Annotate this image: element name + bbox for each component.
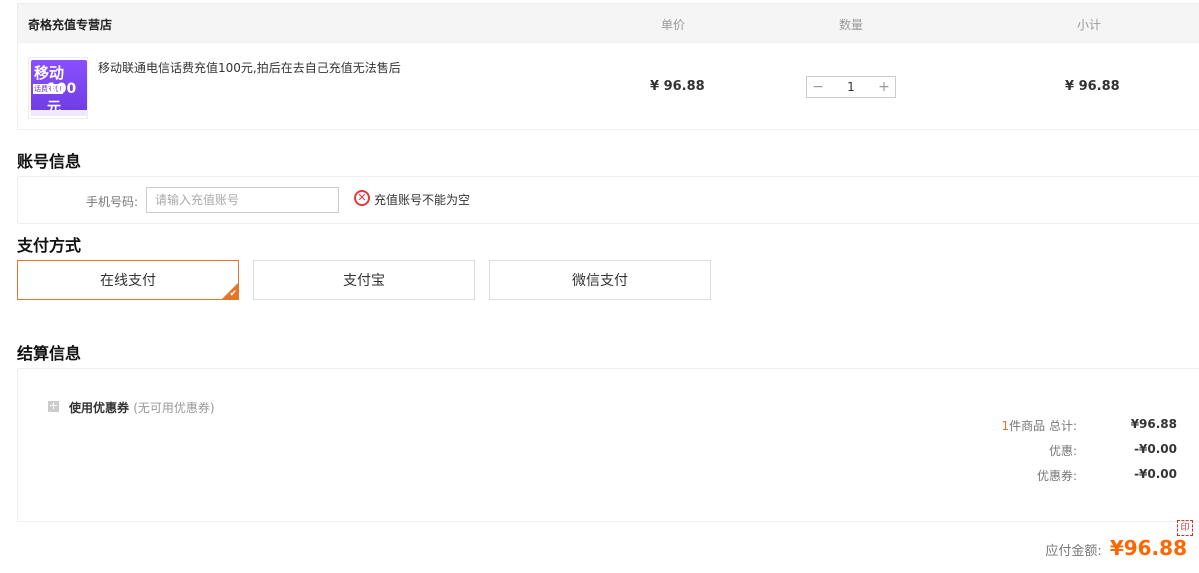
quantity-decrease-button[interactable]: − <box>807 77 829 97</box>
payable-value: ¥96.88 <box>1109 536 1187 560</box>
payment-section-title: 支付方式 <box>17 236 82 255</box>
checkmark-icon: ✔ <box>229 289 237 299</box>
coupon-label: 使用优惠券 <box>69 401 130 415</box>
col-header-quantity: 数量 <box>839 18 864 32</box>
summary-discount-label: 优惠: <box>1048 444 1077 458</box>
item-subtotal: ¥ 96.88 <box>1065 79 1120 94</box>
col-header-subtotal: 小计 <box>1077 18 1102 32</box>
product-title-link[interactable]: 移动联通电信话费充值100元,拍后在去自己充值无法售后 <box>98 59 401 76</box>
quantity-increase-button[interactable]: + <box>873 77 895 97</box>
cart-header: 奇格充值专营店 单价 数量 小计 <box>18 4 1199 43</box>
payment-option-label: 微信支付 <box>572 273 628 289</box>
summary-discount-value: -¥0.00 <box>1134 442 1177 456</box>
phone-input[interactable] <box>146 187 339 213</box>
total-label-text: 件商品 总计: <box>1009 419 1077 433</box>
settlement-section-title: 结算信息 <box>17 344 82 363</box>
cart-item-row: 移动 话费充值 100元 移动联通电信话费充值100元,拍后在去自己充值无法售后… <box>18 43 1199 129</box>
coupon-toggle[interactable]: 使用优惠券 (无可用优惠券) <box>69 399 215 416</box>
thumbnail-text-carrier: 移动 <box>34 64 65 82</box>
unit-price: ¥ 96.88 <box>650 79 705 94</box>
account-section-title: 账号信息 <box>17 152 82 171</box>
summary-total-label: 1件商品 总计: <box>937 417 1078 434</box>
product-thumbnail[interactable]: 移动 话费充值 100元 <box>28 57 88 119</box>
summary-total-row: 1件商品 总计: ¥96.88 <box>937 417 1178 434</box>
error-icon: ✕ <box>354 190 370 206</box>
summary-coupon-label: 优惠券: <box>1036 469 1077 483</box>
payment-option-label: 在线支付 <box>100 273 156 289</box>
item-count: 1 <box>1001 419 1010 433</box>
phone-label: 手机号码: <box>86 195 139 209</box>
summary-total-value: ¥96.88 <box>1130 417 1177 431</box>
payment-option-label: 支付宝 <box>343 273 385 289</box>
product-thumbnail-art: 移动 话费充值 100元 <box>31 60 87 116</box>
summary-coupon-row: 优惠券: -¥0.00 <box>937 467 1177 484</box>
settlement-panel: + 使用优惠券 (无可用优惠券) 1件商品 总计: ¥96.88 优惠: -¥0… <box>17 368 1199 522</box>
quantity-stepper: − 1 + <box>806 76 896 98</box>
payable-amount: 应付金额: ¥96.88 <box>1045 536 1187 560</box>
payment-option-wechat[interactable]: 微信支付 <box>489 260 711 300</box>
thumbnail-footer <box>31 110 87 116</box>
payment-option-online[interactable]: 在线支付 ✔ <box>17 260 239 300</box>
shop-name[interactable]: 奇格充值专营店 <box>28 16 112 33</box>
payable-label: 应付金额: <box>1045 544 1102 559</box>
summary-coupon-value: -¥0.00 <box>1134 467 1177 481</box>
phone-error-message: 充值账号不能为空 <box>374 193 471 207</box>
stamp-icon[interactable]: 印 <box>1177 520 1193 536</box>
quantity-input[interactable]: 1 <box>829 77 873 97</box>
col-header-price: 单价 <box>661 18 686 32</box>
account-form: 手机号码: ✕ 充值账号不能为空 <box>17 176 1199 224</box>
payment-option-alipay[interactable]: 支付宝 <box>253 260 475 300</box>
cart-table: 奇格充值专营店 单价 数量 小计 移动 话费充值 100元 移动联通电信话费充值… <box>17 3 1199 130</box>
summary-discount-row: 优惠: -¥0.00 <box>937 442 1177 459</box>
expand-plus-icon[interactable]: + <box>48 400 59 412</box>
coupon-note: (无可用优惠券) <box>133 401 215 415</box>
